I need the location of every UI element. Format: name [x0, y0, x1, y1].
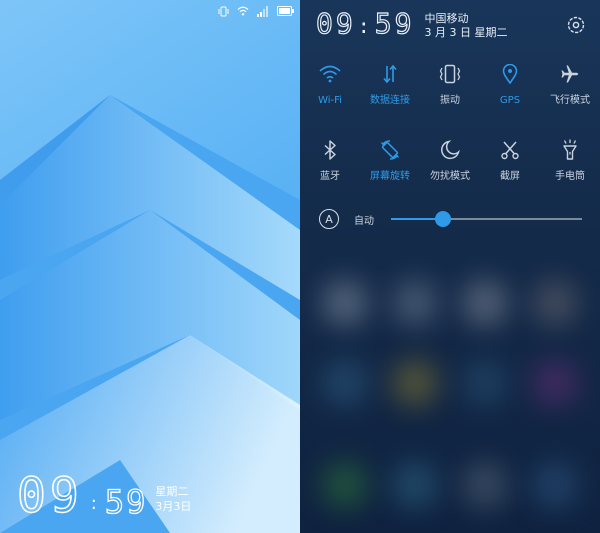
wallpaper [0, 0, 300, 533]
rotate-screen-icon [377, 137, 403, 163]
battery-icon [277, 6, 294, 16]
tile-vibrate[interactable]: 振动 [420, 58, 480, 134]
tile-label: 数据连接 [370, 95, 410, 106]
lock-clock-separator: : [90, 493, 97, 514]
shade-header: 09:59 中国移动 3 月 3 日 星期二 [315, 7, 588, 40]
data-transfer-icon [377, 61, 403, 87]
tile-label: 屏幕旋转 [370, 171, 410, 182]
lock-screen: 09 : 59 星期二 3月3日 [0, 0, 300, 533]
quick-settings: Wi-Fi 数据连接 振动 GPS 飞行模式 蓝牙 屏幕旋转 勿扰模式 截屏 手… [300, 58, 600, 210]
tile-wifi[interactable]: Wi-Fi [300, 58, 360, 134]
moon-icon [437, 137, 463, 163]
scissors-icon [497, 137, 523, 163]
flashlight-icon [557, 137, 583, 163]
shade-date: 3 月 3 日 星期二 [424, 25, 508, 39]
tile-label: 截屏 [500, 171, 520, 182]
tile-screen-rotation[interactable]: 屏幕旋转 [360, 134, 420, 210]
shade-clock-minutes: 59 [374, 7, 415, 40]
tile-bluetooth[interactable]: 蓝牙 [300, 134, 360, 210]
lock-date: 星期二 3月3日 [155, 485, 191, 515]
quick-settings-row: Wi-Fi 数据连接 振动 GPS 飞行模式 [300, 58, 600, 134]
lock-clock-minutes: 59 [104, 483, 148, 521]
shade-clock-hours: 09 [315, 7, 356, 40]
carrier-name: 中国移动 [424, 11, 469, 25]
shade-clock: 09:59 [315, 7, 415, 40]
auto-brightness-label: 自动 [354, 215, 374, 227]
vibrate-icon [437, 61, 463, 87]
vibrate-icon [218, 6, 229, 17]
tile-screenshot[interactable]: 截屏 [480, 134, 540, 210]
tile-gps[interactable]: GPS [480, 58, 540, 134]
bluetooth-icon [317, 137, 343, 163]
lock-weekday: 星期二 [155, 485, 189, 498]
blurred-home-icons [300, 240, 600, 533]
brightness-slider[interactable] [391, 210, 582, 228]
wifi-icon [317, 61, 343, 87]
tile-label: 振动 [440, 95, 460, 106]
shade-clock-separator: : [357, 14, 373, 38]
tile-mobile-data[interactable]: 数据连接 [360, 58, 420, 134]
carrier-info: 中国移动 3 月 3 日 星期二 [424, 12, 507, 39]
auto-brightness-toggle[interactable]: A [319, 209, 339, 229]
tile-flashlight[interactable]: 手电筒 [540, 134, 600, 210]
signal-icon [257, 5, 269, 17]
tile-label: 蓝牙 [320, 171, 340, 182]
wifi-icon [237, 6, 249, 16]
settings-button[interactable] [564, 13, 588, 37]
tile-label: GPS [499, 95, 521, 106]
tile-label: 勿扰模式 [430, 171, 470, 182]
tile-airplane-mode[interactable]: 飞行模式 [540, 58, 600, 134]
location-pin-icon [497, 61, 523, 87]
notification-shade: 09:59 中国移动 3 月 3 日 星期二 Wi-Fi 数据连接 振动 GP… [300, 0, 600, 533]
tile-do-not-disturb[interactable]: 勿扰模式 [420, 134, 480, 210]
settings-icon [567, 16, 585, 34]
lock-date-text: 3月3日 [155, 500, 192, 513]
quick-settings-row: 蓝牙 屏幕旋转 勿扰模式 截屏 手电筒 [300, 134, 600, 210]
tile-label: Wi-Fi [318, 95, 342, 106]
tile-label: 飞行模式 [550, 95, 590, 106]
lock-clock: 09 : 59 星期二 3月3日 [16, 468, 191, 524]
brightness-thumb[interactable] [434, 211, 451, 227]
brightness-control: A 自动 [319, 207, 582, 231]
airplane-icon [557, 61, 583, 87]
tile-label: 手电筒 [555, 171, 585, 182]
status-bar [218, 4, 294, 18]
lock-clock-hours: 09 [16, 468, 83, 524]
